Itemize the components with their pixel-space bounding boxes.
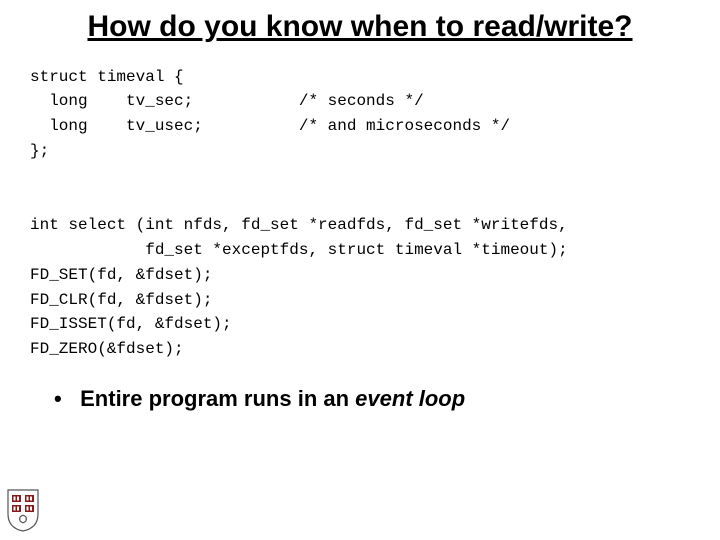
- code-line: FD_SET(fd, &fdset);: [30, 266, 212, 284]
- bullet-item: • Entire program runs in an event loop: [0, 362, 720, 412]
- code-line: };: [30, 142, 49, 160]
- code-block: struct timeval { long tv_sec; /* seconds…: [0, 51, 720, 363]
- code-line: FD_CLR(fd, &fdset);: [30, 291, 212, 309]
- code-line: int select (int nfds, fd_set *readfds, f…: [30, 216, 568, 234]
- bullet-dot: •: [54, 386, 74, 412]
- code-line: long tv_usec; /* and microseconds */: [30, 117, 510, 135]
- code-line: fd_set *exceptfds, struct timeval *timeo…: [30, 241, 568, 259]
- bullet-text: Entire program runs in an: [80, 386, 355, 411]
- university-crest-icon: [6, 488, 40, 532]
- code-line: long tv_sec; /* seconds */: [30, 92, 424, 110]
- code-line: FD_ZERO(&fdset);: [30, 340, 184, 358]
- code-line: FD_ISSET(fd, &fdset);: [30, 315, 232, 333]
- slide-title: How do you know when to read/write?: [0, 0, 720, 51]
- code-line: struct timeval {: [30, 68, 184, 86]
- bullet-emphasis: event loop: [355, 386, 465, 411]
